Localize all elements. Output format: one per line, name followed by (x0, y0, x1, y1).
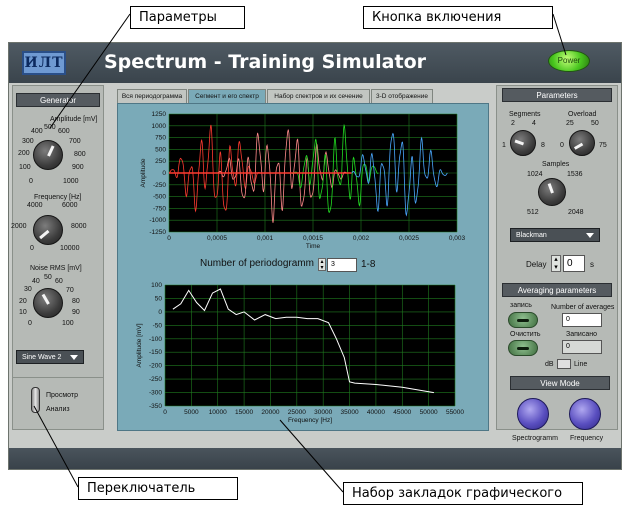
callout-lines (33, 13, 567, 493)
